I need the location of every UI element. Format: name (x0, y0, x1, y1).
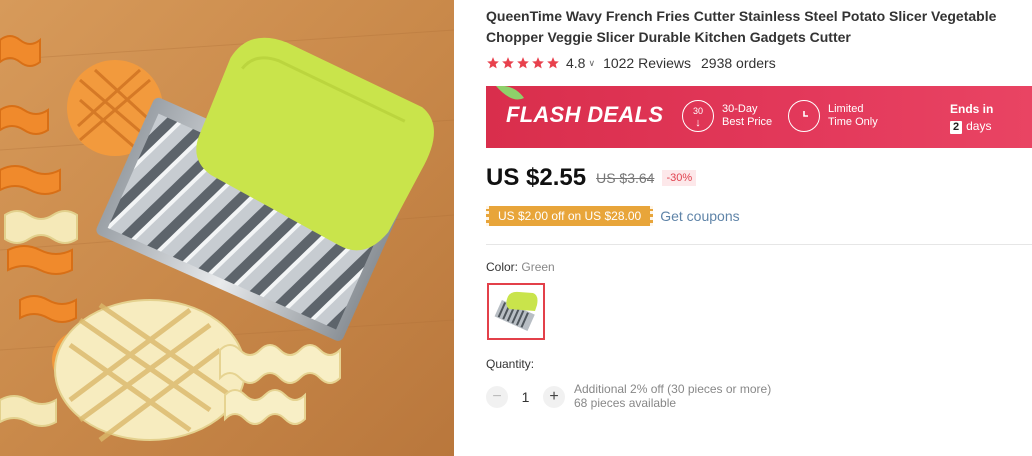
product-image[interactable] (0, 0, 454, 456)
original-price: US $3.64 (596, 170, 655, 186)
limited-time-badge: Limited Time Only (788, 100, 878, 132)
coupon-tag[interactable]: US $2.00 off on US $28.00 (486, 206, 654, 226)
reviews-link[interactable]: 1022 Reviews (603, 55, 691, 71)
price-row: US $2.55 US $3.64 -30% (486, 164, 697, 192)
orders-count: 2938 orders (701, 55, 776, 71)
chevron-down-icon[interactable]: ∨ (588, 58, 595, 69)
limited-time-line2: Time Only (828, 116, 878, 128)
discount-badge: -30% (662, 170, 697, 186)
flash-deals-title: FLASH DEALS (506, 102, 664, 127)
rating-row: 4.8 ∨ 1022 Reviews 2938 orders (486, 53, 776, 73)
quantity-label: Quantity: (486, 357, 535, 371)
divider (486, 244, 1032, 245)
flash-deals-banner: FLASH DEALS 30 ↓ 30-Day Best Price Limit… (486, 86, 1032, 148)
color-label: Color: Green (486, 260, 555, 274)
clock-icon (788, 100, 820, 132)
badge-number: 30 (692, 105, 703, 116)
rating-stars[interactable] (486, 56, 560, 70)
color-swatch-green[interactable] (487, 283, 545, 340)
best-price-line2: Best Price (722, 116, 773, 128)
star-icon (487, 57, 499, 69)
bulk-discount-note: Additional 2% off (30 pieces or more) (574, 382, 772, 396)
days-value: 2 (950, 121, 963, 134)
product-title: QueenTime Wavy French Fries Cutter Stain… (486, 8, 997, 45)
star-icon (547, 57, 559, 69)
quantity-value[interactable]: 1 (508, 389, 543, 405)
days-unit: days (966, 119, 992, 133)
star-icon (532, 57, 544, 69)
star-icon (502, 57, 514, 69)
best-price-badge: 30 ↓ 30-Day Best Price (682, 100, 772, 132)
ends-in-label: Ends in (950, 102, 994, 116)
arrow-down-circle-icon: 30 ↓ (682, 100, 714, 132)
best-price-line1: 30-Day (722, 103, 758, 115)
coupon-row: US $2.00 off on US $28.00 Get coupons (486, 206, 740, 226)
quantity-increase-button[interactable]: + (543, 386, 565, 408)
selected-color: Green (521, 260, 555, 274)
availability-note: 68 pieces available (574, 396, 677, 410)
quantity-note: Additional 2% off (30 pieces or more) 68… (574, 382, 771, 410)
limited-time-line1: Limited (828, 103, 864, 115)
current-price: US $2.55 (486, 164, 587, 191)
rating-score[interactable]: 4.8 (566, 55, 585, 71)
quantity-stepper: − 1 + (486, 386, 565, 408)
star-icon (517, 57, 529, 69)
quantity-decrease-button[interactable]: − (486, 386, 508, 408)
product-photo (0, 0, 454, 456)
color-label-text: Color: (486, 260, 519, 274)
get-coupons-link[interactable]: Get coupons (660, 208, 739, 224)
product-info: QueenTime Wavy French Fries Cutter Stain… (486, 0, 1032, 456)
swatch-thumbnail (489, 285, 543, 338)
countdown: Ends in 2 days (950, 101, 993, 135)
